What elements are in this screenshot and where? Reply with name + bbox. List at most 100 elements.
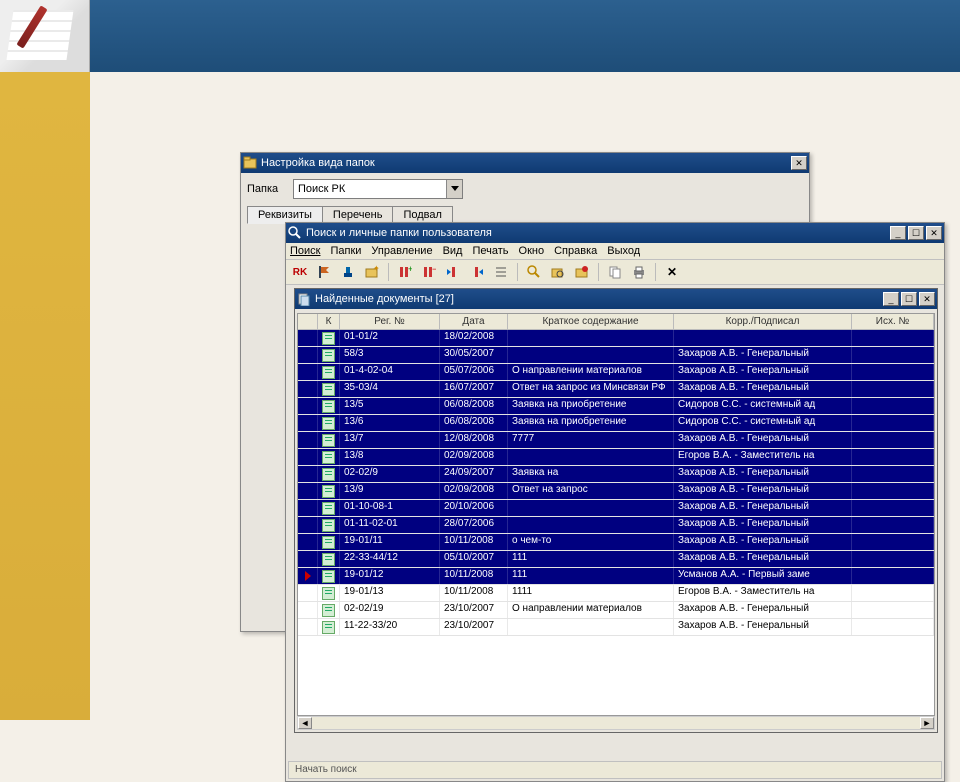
folder-combo[interactable] (293, 179, 463, 199)
menu-print[interactable]: Печать (472, 245, 508, 257)
scroll-left-button[interactable]: ◄ (298, 717, 312, 729)
col-date[interactable]: Дата (440, 314, 508, 329)
menu-window[interactable]: Окно (519, 245, 545, 257)
title-bar[interactable]: Настройка вида папок ✕ (241, 153, 809, 173)
reg-no-cell: 19-01/12 (340, 568, 440, 584)
toolbar-close-icon[interactable]: ✕ (662, 262, 682, 282)
menu-help[interactable]: Справка (554, 245, 597, 257)
col-k[interactable]: К (318, 314, 340, 329)
toolbar-col-add-icon[interactable]: + (395, 262, 415, 282)
document-icon (322, 502, 335, 515)
out-no-cell (852, 602, 934, 618)
folder-combo-input[interactable] (294, 180, 446, 198)
out-no-cell (852, 364, 934, 380)
correspondent-cell: Захаров А.В. - Генеральный (674, 551, 852, 567)
correspondent-cell: Егоров В.А. - Заместитель на (674, 585, 852, 601)
toolbar-separator (517, 263, 518, 281)
close-button[interactable]: ✕ (926, 226, 942, 240)
toolbar-stamp-icon[interactable] (338, 262, 358, 282)
grid-body[interactable]: 01-01/218/02/200858/330/05/2007Захаров А… (298, 330, 934, 636)
table-row[interactable]: 19-01/1310/11/20081111Егоров В.А. - Заме… (298, 585, 934, 602)
table-row[interactable]: 01-4-02-0405/07/2006О направлении матери… (298, 364, 934, 381)
correspondent-cell: Захаров А.В. - Генеральный (674, 364, 852, 380)
toolbar-col-left-icon[interactable] (443, 262, 463, 282)
table-row[interactable]: 02-02/1923/10/2007О направлении материал… (298, 602, 934, 619)
search-icon (288, 226, 302, 240)
scroll-right-button[interactable]: ► (920, 717, 934, 729)
window-search-folders: Поиск и личные папки пользователя _ ☐ ✕ … (285, 222, 945, 782)
table-row[interactable]: 58/330/05/2007Захаров А.В. - Генеральный (298, 347, 934, 364)
table-row[interactable]: 01-10-08-120/10/2006Захаров А.В. - Генер… (298, 500, 934, 517)
document-icon (322, 349, 335, 362)
date-cell: 23/10/2007 (440, 619, 508, 635)
menu-exit[interactable]: Выход (607, 245, 640, 257)
horizontal-scrollbar[interactable]: ◄ ► (297, 716, 935, 730)
toolbar-find-folder-icon[interactable] (548, 262, 568, 282)
table-row[interactable]: 11-22-33/2023/10/2007Захаров А.В. - Гене… (298, 619, 934, 636)
table-row[interactable]: 35-03/416/07/2007Ответ на запрос из Минс… (298, 381, 934, 398)
table-row[interactable]: 01-01/218/02/2008 (298, 330, 934, 347)
toolbar-rk-icon[interactable]: RK (290, 262, 310, 282)
toolbar-flag-icon[interactable] (314, 262, 334, 282)
out-no-cell (852, 517, 934, 533)
close-button[interactable]: ✕ (791, 156, 807, 170)
minimize-button[interactable]: _ (890, 226, 906, 240)
title-bar[interactable]: Поиск и личные папки пользователя _ ☐ ✕ (286, 223, 944, 243)
out-no-cell (852, 432, 934, 448)
table-row[interactable]: 19-01/1110/11/2008о чем-тоЗахаров А.В. -… (298, 534, 934, 551)
maximize-button[interactable]: ☐ (901, 292, 917, 306)
doc-type-cell (318, 364, 340, 380)
reg-no-cell: 13/5 (340, 398, 440, 414)
table-row[interactable]: 13/712/08/20087777Захаров А.В. - Генерал… (298, 432, 934, 449)
table-row[interactable]: 22-33-44/1205/10/2007111Захаров А.В. - Г… (298, 551, 934, 568)
reg-no-cell: 02-02/9 (340, 466, 440, 482)
menu-folders[interactable]: Папки (330, 245, 361, 257)
out-no-cell (852, 381, 934, 397)
minimize-button[interactable]: _ (883, 292, 899, 306)
title-bar[interactable]: Найденные документы [27] _ ☐ ✕ (295, 289, 937, 309)
window-title: Найденные документы [27] (315, 293, 883, 305)
out-no-cell (852, 500, 934, 516)
date-cell: 12/08/2008 (440, 432, 508, 448)
toolbar-col-right-icon[interactable] (467, 262, 487, 282)
table-row[interactable]: 13/606/08/2008Заявка на приобретениеСидо… (298, 415, 934, 432)
close-button[interactable]: ✕ (919, 292, 935, 306)
document-icon (322, 451, 335, 464)
toolbar-col-remove-icon[interactable]: − (419, 262, 439, 282)
correspondent-cell: Захаров А.В. - Генеральный (674, 534, 852, 550)
reg-no-cell: 13/6 (340, 415, 440, 431)
col-correspondent[interactable]: Корр./Подписал (674, 314, 852, 329)
reg-no-cell: 13/8 (340, 449, 440, 465)
toolbar-new-folder-icon[interactable]: ✦ (362, 262, 382, 282)
doc-type-cell (318, 517, 340, 533)
toolbar-print-icon[interactable] (629, 262, 649, 282)
table-row[interactable]: 01-11-02-0128/07/2006Захаров А.В. - Гене… (298, 517, 934, 534)
menu-view[interactable]: Вид (443, 245, 463, 257)
toolbar-copy-icon[interactable] (605, 262, 625, 282)
date-cell: 24/09/2007 (440, 466, 508, 482)
maximize-button[interactable]: ☐ (908, 226, 924, 240)
toolbar-list-icon[interactable] (491, 262, 511, 282)
reg-no-cell: 13/7 (340, 432, 440, 448)
table-row[interactable]: 13/802/09/2008Егоров В.А. - Заместитель … (298, 449, 934, 466)
toolbar-folder-mark-icon[interactable] (572, 262, 592, 282)
doc-type-cell (318, 347, 340, 363)
dropdown-button[interactable] (446, 180, 462, 198)
row-marker-cell (298, 602, 318, 618)
document-icon (322, 553, 335, 566)
correspondent-cell: Егоров В.А. - Заместитель на (674, 449, 852, 465)
menu-manage[interactable]: Управление (371, 245, 432, 257)
col-out-no[interactable]: Исх. № (852, 314, 934, 329)
document-icon (322, 536, 335, 549)
col-reg-no[interactable]: Рег. № (340, 314, 440, 329)
table-row[interactable]: 13/506/08/2008Заявка на приобретениеСидо… (298, 398, 934, 415)
menu-search[interactable]: Поиск (290, 245, 320, 257)
description-cell: 7777 (508, 432, 674, 448)
date-cell: 10/11/2008 (440, 534, 508, 550)
table-row[interactable]: 19-01/1210/11/2008111Усманов А.А. - Перв… (298, 568, 934, 585)
table-row[interactable]: 13/902/09/2008Ответ на запросЗахаров А.В… (298, 483, 934, 500)
table-row[interactable]: 02-02/924/09/2007Заявка наЗахаров А.В. -… (298, 466, 934, 483)
col-marker[interactable] (298, 314, 318, 329)
col-description[interactable]: Краткое содержание (508, 314, 674, 329)
toolbar-find-icon[interactable] (524, 262, 544, 282)
